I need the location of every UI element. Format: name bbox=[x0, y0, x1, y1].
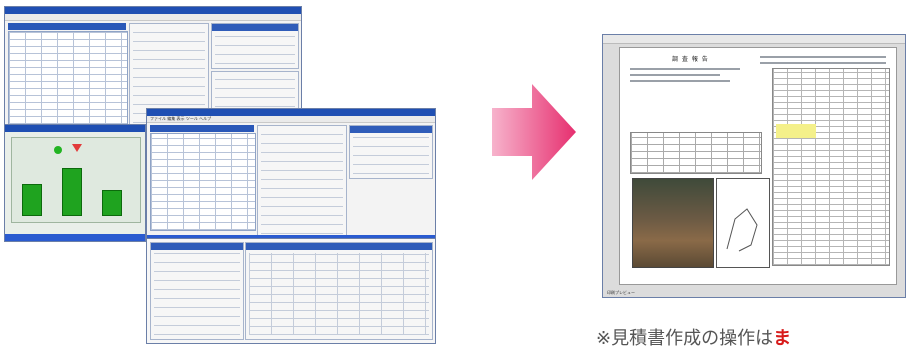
back-window-titlebar bbox=[5, 7, 301, 14]
document-page: 調 査 報 告 bbox=[619, 47, 897, 285]
chart-plot-area bbox=[11, 137, 141, 223]
caption-text: ※見積書作成の操作はま bbox=[596, 324, 791, 350]
back-grid-header bbox=[8, 23, 126, 30]
back-info-panel bbox=[211, 23, 299, 69]
front-info-header bbox=[350, 126, 432, 133]
back-data-grid[interactable] bbox=[8, 31, 128, 125]
lower-left-header bbox=[151, 243, 243, 250]
front-window-menubar[interactable]: ファイル 編集 表示 ツール ヘルプ bbox=[147, 116, 435, 123]
lower-right-header bbox=[246, 243, 432, 250]
front-window-titlebar bbox=[147, 109, 435, 116]
chart-marker-icon bbox=[72, 144, 82, 152]
chart-marker-icon bbox=[54, 146, 62, 154]
print-preview-window: 調 査 報 告 印刷プレビュー bbox=[602, 34, 906, 298]
forest-photo bbox=[632, 178, 714, 268]
chart-bar bbox=[62, 168, 82, 216]
document-table bbox=[630, 132, 762, 174]
highlight-cells bbox=[776, 124, 816, 138]
front-app-window: ファイル 編集 表示 ツール ヘルプ bbox=[146, 108, 436, 242]
front-data-grid[interactable] bbox=[150, 133, 256, 231]
preview-toolbar[interactable] bbox=[603, 35, 905, 44]
back-window-menubar[interactable] bbox=[5, 14, 301, 21]
lower-right-panel bbox=[245, 242, 433, 340]
preview-status-label: 印刷プレビュー bbox=[607, 290, 635, 295]
sketch-outline-icon bbox=[726, 208, 758, 252]
front-grid-header bbox=[150, 125, 254, 132]
chart-window-taskbar bbox=[5, 234, 145, 241]
sketch-map bbox=[716, 178, 770, 268]
right-arrow-icon bbox=[492, 84, 576, 180]
chart-window-titlebar bbox=[5, 125, 145, 132]
lower-app-window bbox=[146, 238, 436, 344]
document-right-table bbox=[772, 68, 890, 266]
chart-bar bbox=[22, 184, 42, 216]
document-heading: 調 査 報 告 bbox=[672, 56, 709, 63]
front-form-panel bbox=[257, 125, 347, 239]
lower-left-panel bbox=[150, 242, 244, 340]
chart-bar bbox=[102, 190, 122, 216]
front-info-panel bbox=[349, 125, 433, 179]
back-info-header bbox=[212, 24, 298, 31]
chart-window bbox=[4, 124, 146, 242]
